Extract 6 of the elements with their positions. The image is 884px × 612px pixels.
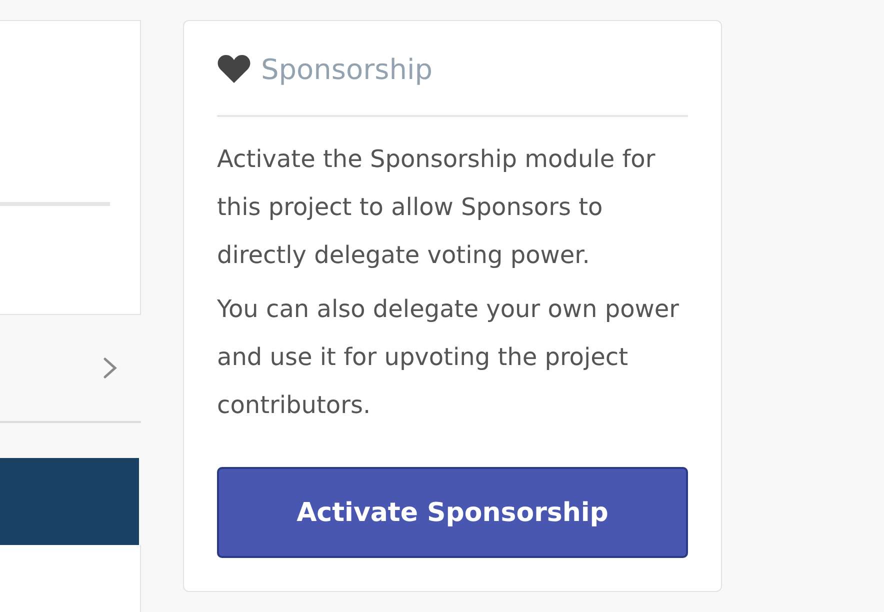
activate-button[interactable]: Activate Sponsorship xyxy=(217,467,688,558)
description-text: You can also delegate your own power and use it for upvoting the project contributors. xyxy=(217,294,680,421)
heart-icon xyxy=(217,54,251,84)
chevron-right-icon[interactable] xyxy=(103,357,117,379)
description-text: Activate the Sponsorship module for this project to allow Sponsors to directly delegate voting power. xyxy=(217,144,656,271)
card-title: Sponsorship xyxy=(261,52,433,86)
